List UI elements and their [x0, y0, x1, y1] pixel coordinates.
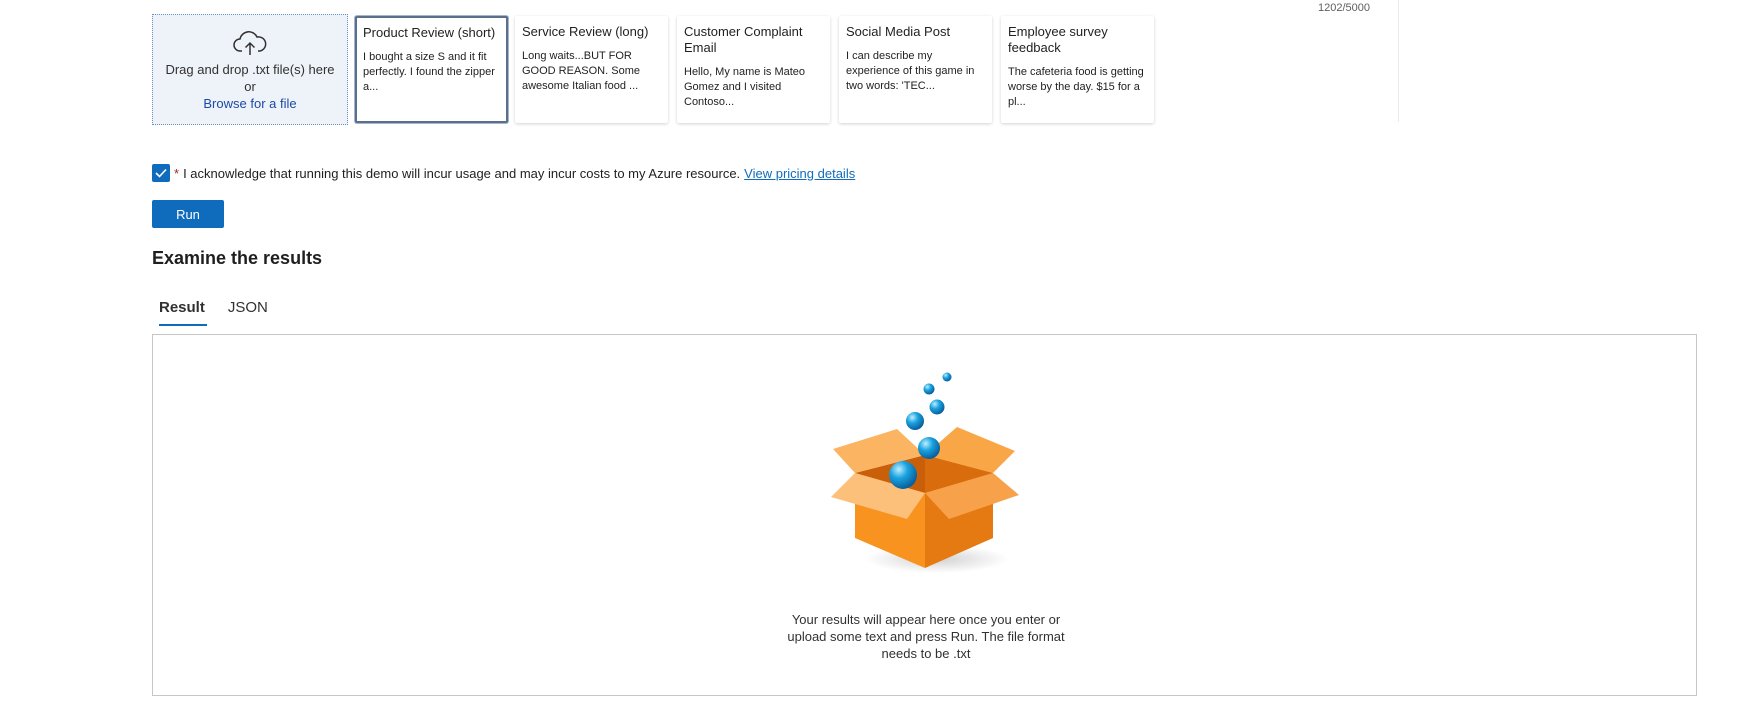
sample-card-title: Employee survey feedback [1008, 24, 1108, 55]
sample-card-title: Customer Complaint Email [684, 24, 803, 55]
required-marker: * [174, 165, 180, 181]
sample-card-preview: The cafeteria food is getting worse by t… [1008, 66, 1144, 108]
sample-card-title: Service Review (long) [522, 24, 649, 39]
sample-card-preview: I bought a size S and it fit perfectly. … [363, 51, 495, 93]
dropzone-or: or [244, 79, 256, 94]
checkmark-icon [155, 168, 167, 178]
browse-file-link[interactable]: Browse for a file [203, 95, 296, 112]
sample-card-preview: I can describe my experience of this gam… [846, 50, 975, 92]
cloud-upload-icon [233, 31, 267, 55]
sample-card-preview: Long waits...BUT FOR GOOD REASON. Some a… [522, 50, 640, 92]
sample-card-complaint-email[interactable]: Customer Complaint Email Hello, My name … [677, 16, 830, 123]
empty-state-message: Your results will appear here once you e… [787, 612, 1065, 661]
results-heading: Examine the results [152, 248, 323, 268]
sample-card-title: Product Review (short) [363, 25, 496, 40]
page: 1202/5000 Drag and drop .txt file(s) her… [0, 0, 1744, 716]
results-panel: Your results will appear here once you e… [152, 334, 1697, 696]
sample-card-preview: Hello, My name is Mateo Gomez and I visi… [684, 66, 806, 108]
tab-json[interactable]: JSON [221, 296, 276, 326]
file-dropzone[interactable]: Drag and drop .txt file(s) here or Brows… [152, 14, 348, 125]
acknowledge-text: I acknowledge that running this demo wil… [183, 165, 741, 181]
dropzone-instructions: Drag and drop .txt file(s) here [165, 62, 335, 77]
sample-card-employee-survey[interactable]: Employee survey feedback The cafeteria f… [1001, 16, 1154, 123]
sample-card-service-review[interactable]: Service Review (long) Long waits...BUT F… [515, 16, 668, 123]
results-tabs: Result JSON [152, 296, 276, 326]
text-area-divider [1398, 0, 1399, 122]
acknowledge-row: * I acknowledge that running this demo w… [152, 164, 855, 182]
pricing-details-link[interactable]: View pricing details [744, 166, 855, 181]
sample-card-social-media-post[interactable]: Social Media Post I can describe my expe… [839, 16, 992, 123]
run-button[interactable]: Run [152, 200, 224, 228]
character-count: 1202/5000 [1318, 2, 1370, 14]
empty-box-illustration [831, 372, 1019, 573]
sample-card-product-review[interactable]: Product Review (short) I bought a size S… [355, 16, 508, 123]
sample-card-title: Social Media Post [846, 24, 951, 39]
tab-result[interactable]: Result [152, 296, 213, 326]
acknowledge-checkbox[interactable] [152, 164, 170, 182]
